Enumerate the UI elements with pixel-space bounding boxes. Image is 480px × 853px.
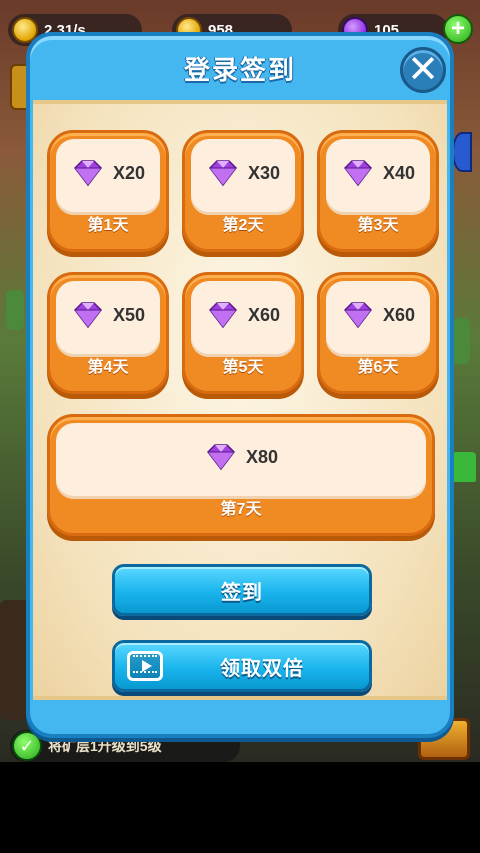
reward-amount: X60 [382,304,416,325]
gem-icon [73,160,102,187]
reward-panel: X60 [326,281,430,357]
up-arrow-icon[interactable] [452,452,476,482]
reward-panel: X50 [56,281,160,357]
day-label: 第2天 [222,217,264,234]
daily-login-dialog: 登录签到 ✕ X20 第1天 X30 第2天 X40 第3天 X50 第4天 X… [26,32,454,738]
reward-amount: X50 [112,304,146,325]
checkin-label: 签到 [221,581,263,604]
double-reward-label: 领取双倍 [220,657,304,680]
gem-icon [206,444,235,471]
reward-panel: X30 [191,139,295,215]
day-label: 第6天 [357,359,399,376]
day-card-7[interactable]: X80 第7天 [47,414,435,536]
reward-amount: X80 [245,446,279,467]
reward-amount: X30 [247,162,281,183]
quest-text: 将矿层1升级到5级 [48,738,162,754]
checkmark-icon: ✓ [12,731,42,761]
close-button[interactable]: ✕ [400,47,446,93]
day-label: 第5天 [222,359,264,376]
day-card-3[interactable]: X40 第3天 [317,130,439,252]
day-label: 第1天 [87,217,129,234]
gem-icon [73,302,102,329]
reward-amount: X40 [382,162,416,183]
day-card-5[interactable]: X60 第5天 [182,272,304,394]
gem-icon [208,160,237,187]
day-label: 第3天 [357,217,399,234]
reward-amount: X60 [247,304,281,325]
close-icon: ✕ [407,49,439,91]
cactus-decoration [6,290,24,330]
gem-icon [208,302,237,329]
dialog-body: X20 第1天 X30 第2天 X40 第3天 X50 第4天 X60 第5天 … [33,100,447,700]
day-card-4[interactable]: X50 第4天 [47,272,169,394]
video-icon [127,651,163,681]
reward-panel: X40 [326,139,430,215]
reward-panel: X20 [56,139,160,215]
day-card-2[interactable]: X30 第2天 [182,130,304,252]
add-gems-button[interactable]: + [443,14,473,44]
cactus-decoration [452,318,470,364]
day-label: 第4天 [87,359,129,376]
reward-panel: X80 [56,423,426,499]
day-label: 第7天 [220,501,262,518]
checkin-button[interactable]: 签到 [112,564,372,616]
gem-icon [343,160,372,187]
side-badge [452,132,472,172]
double-reward-button[interactable]: 领取双倍 [112,640,372,692]
reward-amount: X20 [112,162,146,183]
day-card-6[interactable]: X60 第6天 [317,272,439,394]
dialog-title: 登录签到 [183,55,296,85]
reward-panel: X60 [191,281,295,357]
day-card-1[interactable]: X20 第1天 [47,130,169,252]
gem-icon [343,302,372,329]
